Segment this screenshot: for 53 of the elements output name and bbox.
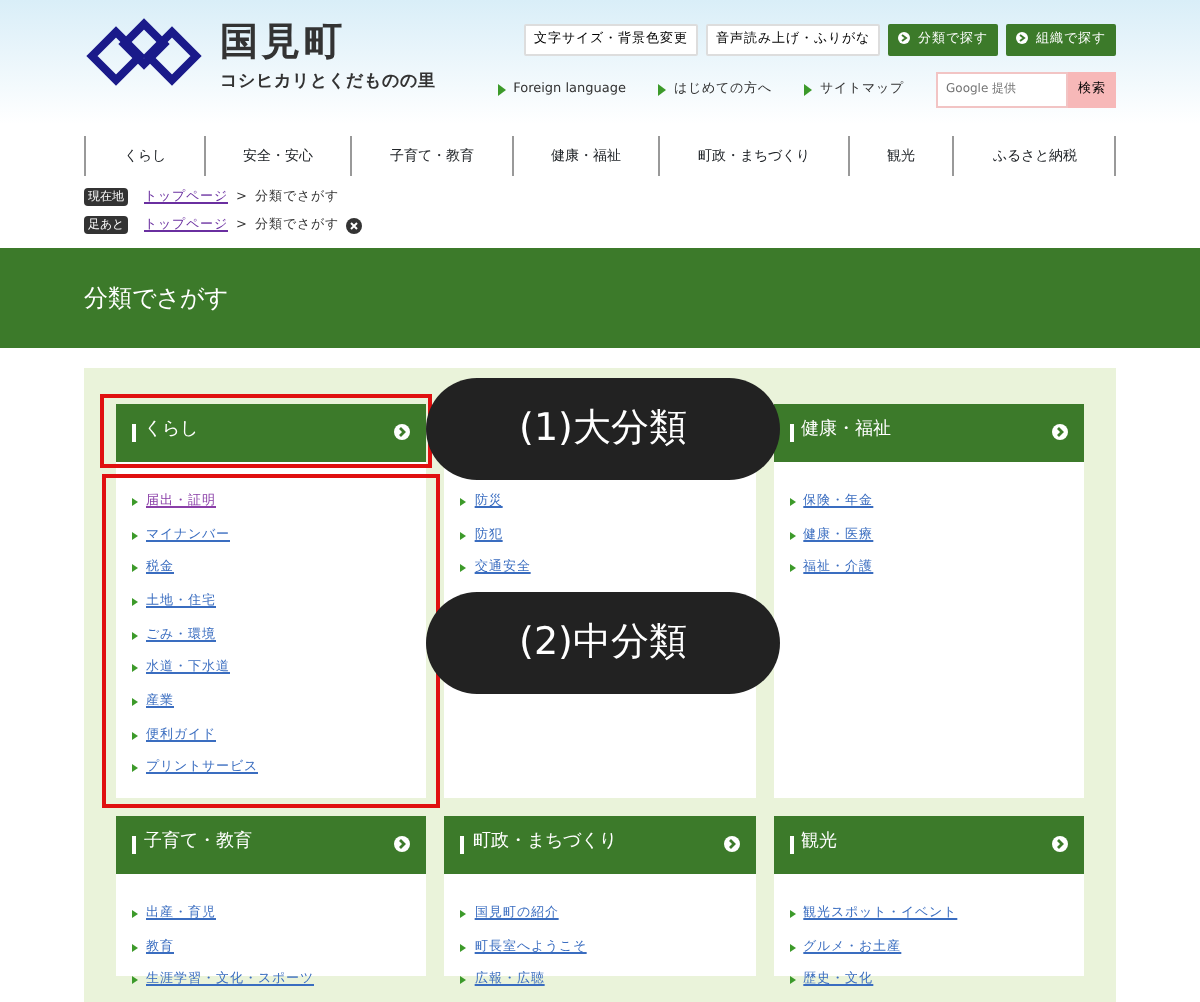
category-title[interactable]: 町政・まちづくり bbox=[472, 830, 617, 858]
category-header[interactable]: くらし bbox=[116, 403, 427, 461]
arrow-icon bbox=[804, 83, 812, 96]
arrow-icon bbox=[132, 976, 138, 985]
arrow-icon bbox=[789, 943, 796, 952]
site-tagline: コシヒカリとくだものの里 bbox=[220, 70, 436, 96]
site-name: 国見町 bbox=[220, 24, 348, 62]
category-header[interactable]: 健康・福祉 bbox=[773, 403, 1084, 461]
category-header[interactable]: 子育て・教育 bbox=[116, 815, 427, 873]
arrow-icon bbox=[132, 697, 138, 706]
arrow-icon bbox=[1051, 424, 1068, 440]
callout-label: (1)大分類 bbox=[426, 377, 780, 479]
bar-icon bbox=[789, 423, 794, 441]
arrow-icon bbox=[497, 83, 506, 96]
arrow-icon bbox=[460, 976, 467, 985]
arrow-icon bbox=[1016, 32, 1028, 45]
close-icon[interactable] bbox=[346, 217, 363, 234]
arrow-icon bbox=[460, 497, 467, 506]
category-title[interactable]: 観光 bbox=[801, 830, 838, 858]
category-header[interactable]: 観光 bbox=[773, 815, 1084, 873]
arrow-icon bbox=[789, 497, 796, 506]
arrow-icon bbox=[789, 531, 796, 540]
arrow-icon bbox=[132, 564, 138, 573]
category-title[interactable]: 健康・福祉 bbox=[801, 418, 892, 446]
arrow-icon bbox=[460, 909, 467, 918]
arrow-icon bbox=[132, 731, 138, 740]
arrow-icon bbox=[132, 764, 138, 773]
arrow-icon bbox=[394, 424, 411, 440]
arrow-icon bbox=[658, 83, 666, 96]
page-title: 分類でさがす bbox=[0, 247, 1200, 347]
bar-icon bbox=[460, 835, 465, 853]
callout-label: (2)中分類 bbox=[426, 591, 780, 693]
arrow-icon bbox=[460, 564, 467, 573]
arrow-icon bbox=[132, 531, 138, 540]
arrow-icon bbox=[898, 32, 910, 45]
arrow-icon bbox=[394, 836, 411, 852]
arrow-icon bbox=[460, 943, 467, 952]
arrow-icon bbox=[460, 531, 467, 540]
arrow-icon bbox=[132, 497, 138, 506]
arrow-icon bbox=[789, 564, 796, 573]
category-title[interactable]: 子育て・教育 bbox=[144, 830, 252, 858]
category-title[interactable]: くらし bbox=[144, 418, 198, 446]
arrow-icon bbox=[789, 976, 796, 985]
category-header[interactable]: 町政・まちづくり bbox=[444, 815, 756, 873]
arrow-icon bbox=[132, 664, 138, 673]
arrow-icon bbox=[723, 836, 740, 852]
bar-icon bbox=[789, 835, 794, 853]
arrow-icon bbox=[1051, 836, 1068, 852]
arrow-icon bbox=[132, 943, 138, 952]
arrow-icon bbox=[132, 909, 138, 918]
arrow-icon bbox=[132, 631, 138, 640]
arrow-icon bbox=[789, 909, 796, 918]
arrow-icon bbox=[132, 597, 138, 606]
